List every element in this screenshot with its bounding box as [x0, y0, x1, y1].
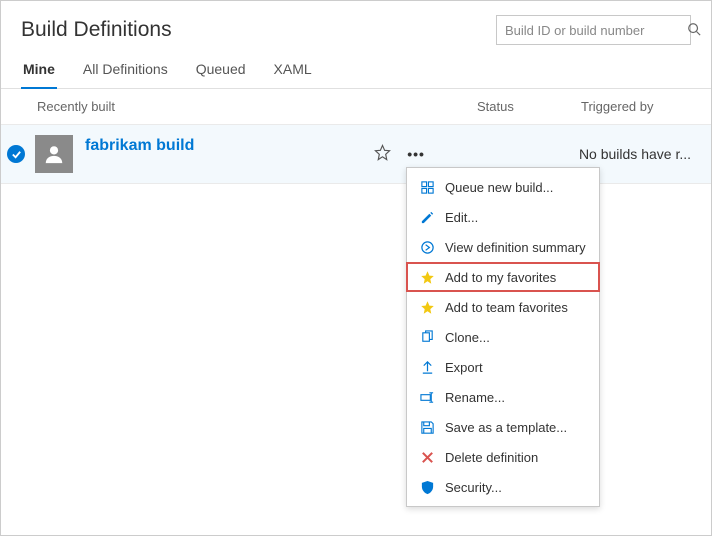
tab-all-definitions[interactable]: All Definitions — [81, 55, 170, 88]
export-icon — [419, 359, 435, 375]
arrow-right-circle-icon — [419, 239, 435, 255]
menu-delete[interactable]: Delete definition — [407, 442, 599, 472]
menu-add-my-favorites[interactable]: Add to my favorites — [406, 262, 600, 292]
col-header-status: Status — [477, 99, 581, 114]
search-input[interactable] — [505, 23, 681, 38]
menu-save-template[interactable]: Save as a template... — [407, 412, 599, 442]
col-header-name: Recently built — [37, 99, 477, 114]
col-header-triggered: Triggered by — [581, 99, 691, 114]
menu-rename[interactable]: Rename... — [407, 382, 599, 412]
search-icon[interactable] — [687, 22, 701, 39]
menu-edit[interactable]: Edit... — [407, 202, 599, 232]
menu-clone[interactable]: Clone... — [407, 322, 599, 352]
menu-label: Rename... — [445, 390, 505, 405]
menu-label: Export — [445, 360, 483, 375]
build-name-link[interactable]: fabrikam build — [85, 135, 374, 155]
menu-label: Edit... — [445, 210, 478, 225]
menu-label: Add to team favorites — [445, 300, 568, 315]
menu-label: Queue new build... — [445, 180, 553, 195]
pencil-icon — [419, 209, 435, 225]
star-icon — [419, 269, 435, 285]
columns-header: Recently built Status Triggered by — [1, 89, 711, 124]
menu-label: Save as a template... — [445, 420, 567, 435]
tab-mine[interactable]: Mine — [21, 55, 57, 89]
clone-icon — [419, 329, 435, 345]
tab-xaml[interactable]: XAML — [272, 55, 314, 88]
menu-label: Delete definition — [445, 450, 538, 465]
avatar — [35, 135, 73, 173]
queue-icon — [419, 179, 435, 195]
menu-add-team-favorites[interactable]: Add to team favorites — [407, 292, 599, 322]
build-row[interactable]: fabrikam build ••• No builds have r... — [1, 124, 711, 184]
tab-queued[interactable]: Queued — [194, 55, 248, 88]
favorite-star-icon[interactable] — [374, 144, 391, 164]
menu-label: Clone... — [445, 330, 490, 345]
delete-icon — [419, 449, 435, 465]
menu-security[interactable]: Security... — [407, 472, 599, 502]
search-box[interactable] — [496, 15, 691, 45]
more-actions-icon[interactable]: ••• — [407, 146, 425, 162]
menu-queue-new-build[interactable]: Queue new build... — [407, 172, 599, 202]
menu-label: Security... — [445, 480, 502, 495]
tabs: Mine All Definitions Queued XAML — [1, 55, 711, 89]
rename-icon — [419, 389, 435, 405]
menu-label: Add to my favorites — [445, 270, 556, 285]
status-success-icon — [7, 145, 25, 163]
context-menu: Queue new build... Edit... View definiti… — [406, 167, 600, 507]
save-icon — [419, 419, 435, 435]
menu-view-summary[interactable]: View definition summary — [407, 232, 599, 262]
menu-label: View definition summary — [445, 240, 586, 255]
menu-export[interactable]: Export — [407, 352, 599, 382]
star-icon — [419, 299, 435, 315]
page-title: Build Definitions — [21, 18, 172, 42]
shield-icon — [419, 479, 435, 495]
triggered-by-text: No builds have r... — [579, 146, 691, 162]
